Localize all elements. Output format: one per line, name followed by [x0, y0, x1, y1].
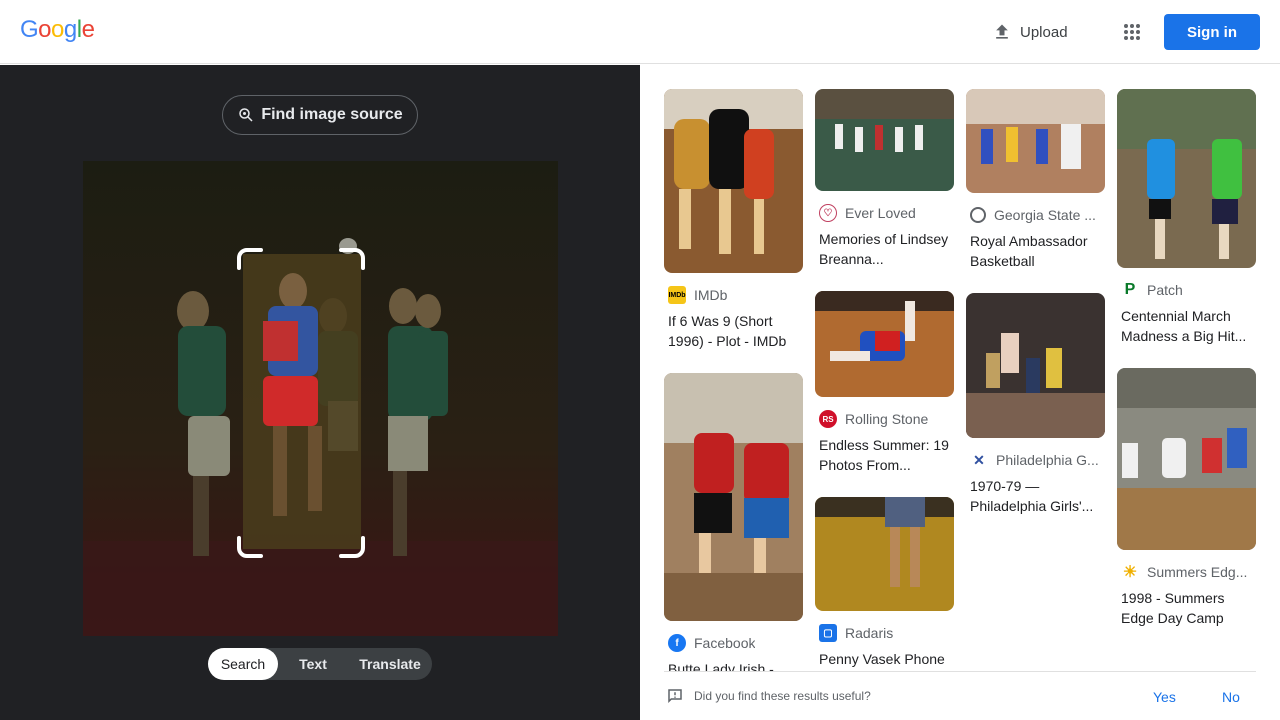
- results-column-2: ♡ Ever Loved Memories of Lindsey Breanna…: [815, 89, 954, 689]
- result-title: 1970-79 — Philadelphia Girls'...: [970, 478, 1094, 514]
- result-thumbnail: [966, 89, 1105, 193]
- result-card[interactable]: ♡ Ever Loved Memories of Lindsey Breanna…: [815, 89, 954, 269]
- feedback-no-button[interactable]: No: [1222, 689, 1240, 705]
- result-source: ♡ Ever Loved: [815, 203, 954, 223]
- result-source: RS Rolling Stone: [815, 409, 954, 429]
- result-source-name: Patch: [1147, 282, 1183, 298]
- logo-letter: o: [51, 16, 64, 43]
- result-thumbnail: [1117, 368, 1256, 550]
- sign-in-button[interactable]: Sign in: [1164, 14, 1260, 50]
- result-source-name: Ever Loved: [845, 205, 916, 221]
- result-card[interactable]: f Facebook Butte Lady Irish -: [664, 373, 803, 699]
- sun-icon: ☀: [1122, 564, 1138, 581]
- results-column-3: Georgia State ... Royal Ambassador Baske…: [966, 89, 1105, 516]
- logo-letter: o: [38, 16, 52, 43]
- result-title: If 6 Was 9 (Short 1996) - Plot - IMDb: [668, 313, 787, 349]
- result-thumbnail: [815, 291, 954, 397]
- mode-switcher: Search Text Translate: [208, 648, 432, 680]
- result-title: Centennial March Madness a Big Hit...: [1121, 308, 1247, 344]
- result-thumbnail: [815, 89, 954, 191]
- result-source-name: IMDb: [694, 287, 728, 303]
- imdb-icon: IMDb: [668, 286, 686, 304]
- result-thumbnail: [664, 373, 803, 621]
- query-image-panel: Find image source Search Text Translate: [0, 65, 640, 720]
- apps-grid-icon[interactable]: [1120, 20, 1144, 44]
- feedback-icon: [668, 689, 682, 704]
- logo-letter: g: [63, 16, 77, 43]
- google-logo[interactable]: Google: [20, 16, 95, 44]
- find-image-source-button[interactable]: Find image source: [222, 95, 418, 135]
- result-source: ✕ Philadelphia G...: [966, 450, 1105, 470]
- query-image: [83, 161, 558, 636]
- result-card[interactable]: ✕ Philadelphia G... 1970-79 — Philadelph…: [966, 293, 1105, 516]
- result-title: Memories of Lindsey Breanna...: [819, 231, 949, 267]
- result-card[interactable]: IMDb IMDb If 6 Was 9 (Short 1996) - Plot…: [664, 89, 803, 351]
- result-thumbnail: [966, 293, 1105, 438]
- upload-label: Upload: [1020, 23, 1068, 41]
- feedback-question: Did you find these results useful?: [694, 689, 871, 703]
- result-title: 1998 - Summers Edge Day Camp: [1121, 590, 1225, 626]
- result-card[interactable]: RS Rolling Stone Endless Summer: 19 Phot…: [815, 291, 954, 475]
- mode-translate-tab[interactable]: Translate: [348, 648, 432, 680]
- result-source: ▢ Radaris: [815, 623, 954, 643]
- results-column-1: IMDb IMDb If 6 Was 9 (Short 1996) - Plot…: [664, 89, 803, 699]
- result-source: IMDb IMDb: [664, 285, 803, 305]
- header: Google Upload Sign in: [0, 0, 1280, 64]
- result-card[interactable]: ▢ Radaris Penny Vasek Phone: [815, 497, 954, 689]
- result-thumbnail: [664, 89, 803, 273]
- result-title: Endless Summer: 19 Photos From...: [819, 437, 949, 473]
- result-source-name: Radaris: [845, 625, 894, 641]
- result-source: f Facebook: [664, 633, 803, 653]
- facebook-icon: f: [668, 634, 686, 652]
- result-card[interactable]: P Patch Centennial March Madness a Big H…: [1117, 89, 1256, 346]
- logo-letter: e: [81, 16, 95, 43]
- result-source: P Patch: [1117, 280, 1256, 300]
- mode-search-tab[interactable]: Search: [208, 648, 278, 680]
- visual-matches-panel: IMDb IMDb If 6 Was 9 (Short 1996) - Plot…: [640, 65, 1280, 720]
- logo-letter: G: [20, 16, 39, 43]
- patch-icon: P: [1124, 281, 1136, 298]
- feedback-bar: Did you find these results useful? Yes N…: [664, 671, 1256, 720]
- result-thumbnail: [1117, 89, 1256, 268]
- results-column-4: P Patch Centennial March Madness a Big H…: [1117, 89, 1256, 628]
- philadelphia-icon: ✕: [973, 451, 985, 468]
- result-card[interactable]: Georgia State ... Royal Ambassador Baske…: [966, 89, 1105, 271]
- result-source: ☀ Summers Edg...: [1117, 562, 1256, 582]
- globe-icon: [970, 207, 986, 223]
- result-source-name: Facebook: [694, 635, 756, 651]
- radaris-icon: ▢: [819, 624, 837, 642]
- mode-text-tab[interactable]: Text: [278, 648, 348, 680]
- upload-button[interactable]: Upload: [992, 20, 1068, 44]
- result-source-name: Georgia State ...: [994, 207, 1096, 223]
- upload-icon: [996, 24, 1008, 39]
- result-title: Royal Ambassador Basketball: [970, 233, 1088, 269]
- result-source-name: Rolling Stone: [845, 411, 929, 427]
- result-source-name: Summers Edg...: [1147, 564, 1248, 580]
- result-card[interactable]: ☀ Summers Edg... 1998 - Summers Edge Day…: [1117, 368, 1256, 628]
- ever-loved-icon: ♡: [819, 204, 837, 222]
- find-image-source-label: Find image source: [261, 106, 403, 123]
- rolling-stone-icon: RS: [819, 410, 837, 428]
- result-thumbnail: [815, 497, 954, 611]
- result-source-name: Philadelphia G...: [996, 452, 1099, 468]
- result-source: Georgia State ...: [966, 205, 1105, 225]
- feedback-yes-button[interactable]: Yes: [1153, 689, 1176, 705]
- lens-search-icon: [239, 108, 253, 122]
